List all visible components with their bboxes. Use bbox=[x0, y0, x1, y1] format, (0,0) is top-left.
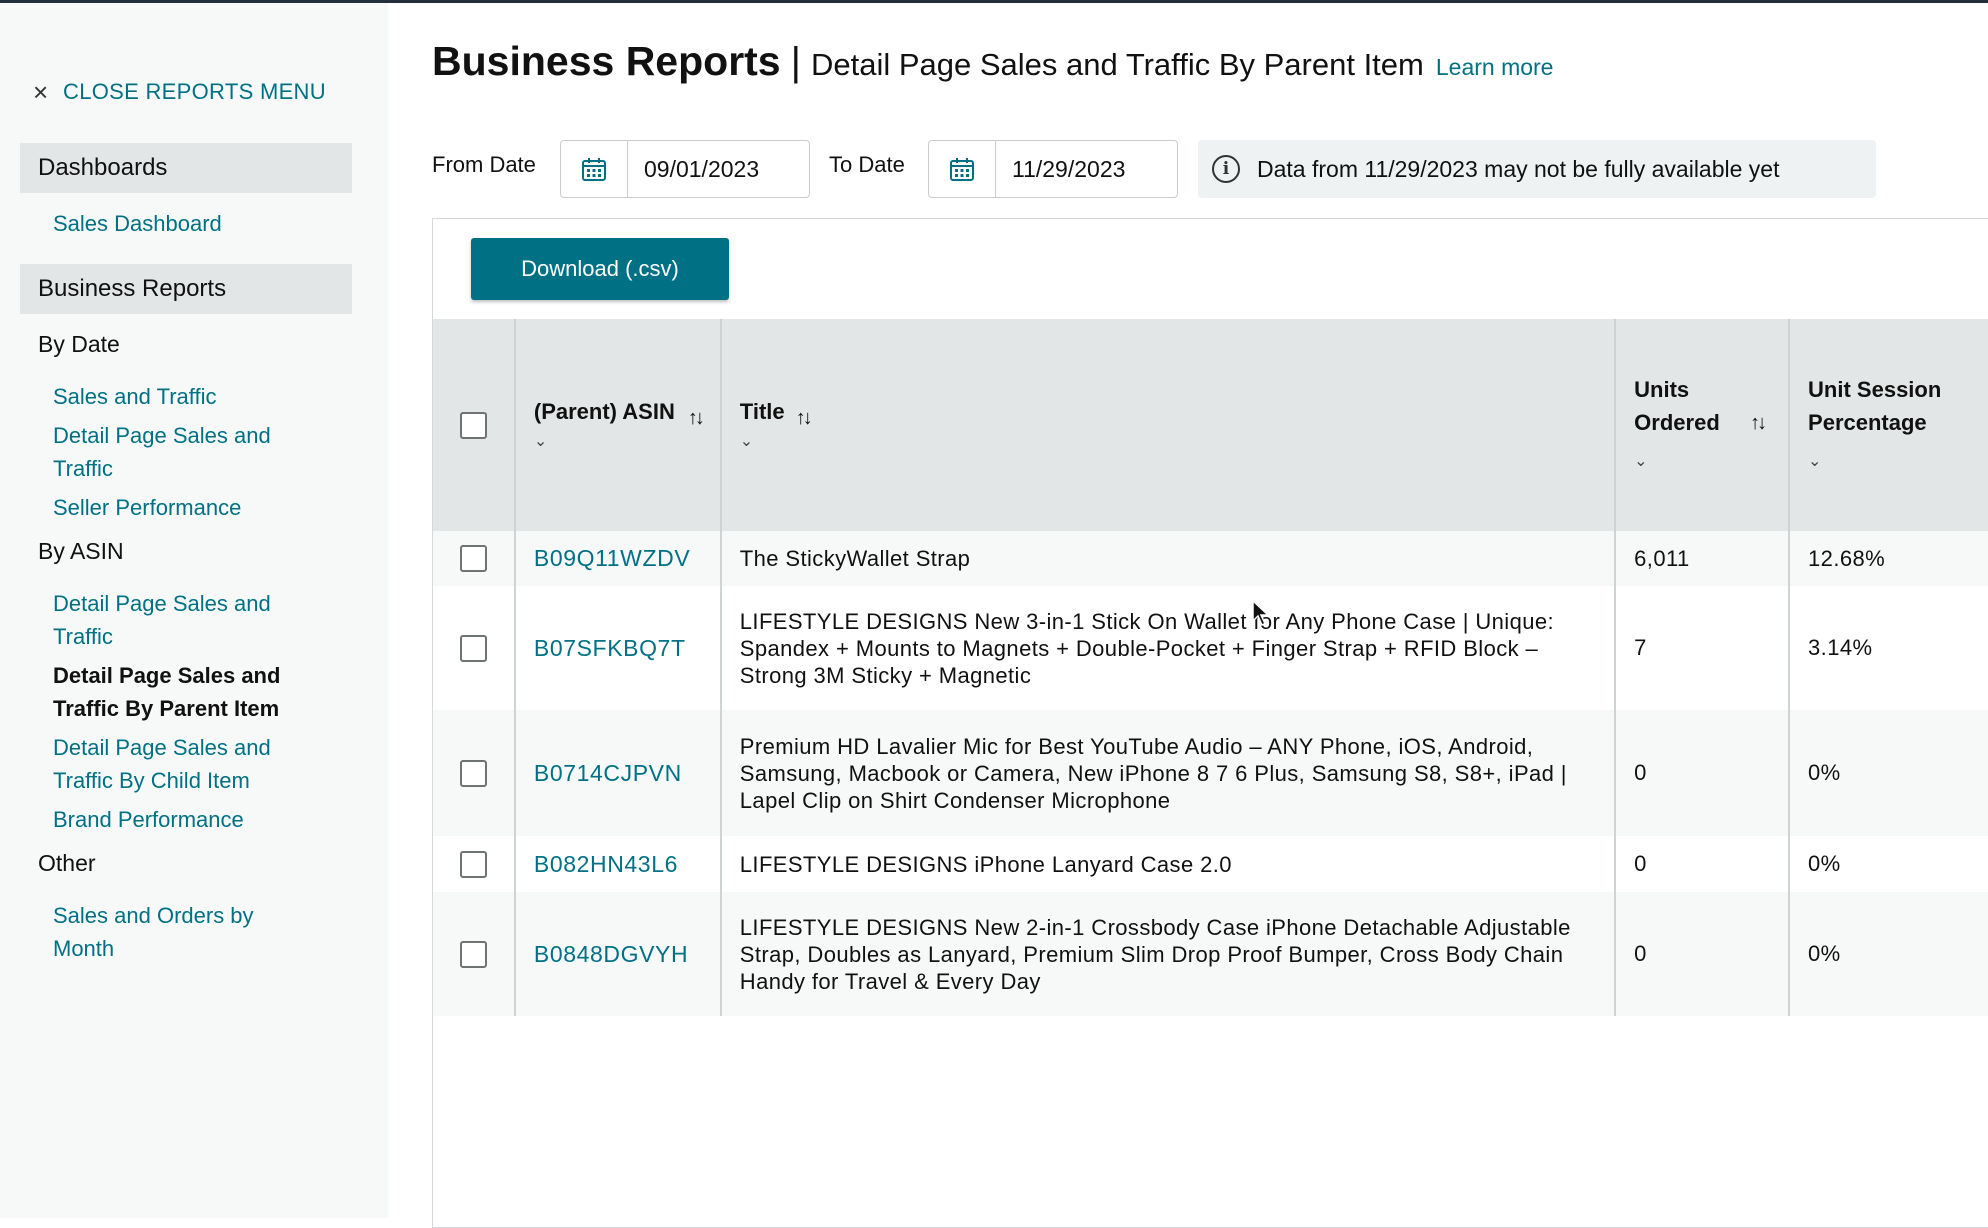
from-date-label: From Date bbox=[432, 152, 536, 177]
row-select-cell bbox=[433, 836, 516, 892]
sort-icon[interactable]: ↑↓ bbox=[796, 407, 813, 430]
row-select-cell bbox=[433, 531, 516, 586]
close-icon: × bbox=[33, 77, 49, 107]
sidebar-item-seller-performance[interactable]: Seller Performance bbox=[53, 491, 313, 524]
units-ordered-cell: 6,011 bbox=[1615, 531, 1791, 586]
chevron-down-icon[interactable]: ⌄ bbox=[1808, 445, 1988, 478]
table-header-row: (Parent) ASIN ⌄ ↑↓ Title ⌄ ↑↓ Units Orde… bbox=[433, 319, 1988, 531]
chevron-down-icon[interactable]: ⌄ bbox=[740, 431, 1614, 451]
row-checkbox[interactable] bbox=[459, 634, 487, 662]
sidebar-item-sales-dashboard[interactable]: Sales Dashboard bbox=[53, 207, 313, 240]
table-row[interactable]: B082HN43L6 LIFESTYLE DESIGNS iPhone Lany… bbox=[433, 836, 1988, 892]
page-subtitle: Detail Page Sales and Traffic By Parent … bbox=[811, 47, 1424, 82]
data-availability-notice: i Data from 11/29/2023 may not be fully … bbox=[1198, 140, 1876, 198]
asin-link[interactable]: B0714CJPVN bbox=[534, 760, 682, 786]
to-date-input[interactable] bbox=[996, 141, 1164, 197]
mouse-cursor-icon bbox=[1252, 600, 1270, 626]
asin-cell: B082HN43L6 bbox=[514, 836, 722, 892]
calendar-icon bbox=[582, 158, 606, 181]
column-header-title[interactable]: Title ⌄ ↑↓ bbox=[720, 319, 1617, 531]
group-by-date: By Date bbox=[38, 331, 120, 357]
download-csv-button[interactable]: Download (.csv) bbox=[471, 238, 729, 300]
table-row[interactable]: B09Q11WZDV The StickyWallet Strap 6,011 … bbox=[433, 531, 1988, 586]
sort-icon[interactable]: ↑↓ bbox=[1750, 407, 1767, 440]
row-checkbox[interactable] bbox=[459, 940, 487, 968]
row-select-cell bbox=[433, 586, 516, 710]
section-business-reports[interactable]: Business Reports bbox=[20, 264, 352, 314]
info-icon: i bbox=[1212, 155, 1240, 183]
close-reports-menu-button[interactable]: × CLOSE REPORTS MENU bbox=[33, 75, 388, 109]
from-date-field bbox=[560, 140, 810, 198]
page-header: Business Reports | Detail Page Sales and… bbox=[432, 38, 1553, 85]
unit-session-percentage-cell: 3.14% bbox=[1789, 586, 1988, 710]
sidebar-item-sales-and-traffic[interactable]: Sales and Traffic bbox=[53, 380, 313, 413]
title-cell: The StickyWallet Strap bbox=[720, 531, 1617, 586]
page-title: Business Reports bbox=[432, 38, 781, 84]
asin-cell: B07SFKBQ7T bbox=[514, 586, 722, 710]
group-by-asin: By ASIN bbox=[38, 538, 124, 564]
column-label-units: Units Ordered bbox=[1634, 376, 1720, 435]
units-ordered-cell: 7 bbox=[1615, 586, 1791, 710]
from-date-input[interactable] bbox=[628, 141, 796, 197]
to-date-label: To Date bbox=[829, 152, 905, 177]
units-ordered-cell: 0 bbox=[1615, 710, 1791, 836]
sidebar-item-child-item[interactable]: Detail Page Sales and Traffic By Child I… bbox=[53, 731, 313, 797]
chevron-down-icon[interactable]: ⌄ bbox=[1634, 445, 1788, 478]
table-row[interactable]: B0848DGVYH LIFESTYLE DESIGNS New 2-in-1 … bbox=[433, 892, 1988, 1016]
asin-link[interactable]: B07SFKBQ7T bbox=[534, 635, 686, 661]
column-label-asin: (Parent) ASIN bbox=[533, 399, 675, 424]
title-separator: | bbox=[790, 40, 801, 84]
unit-session-percentage-cell: 0% bbox=[1789, 836, 1988, 892]
unit-session-percentage-cell: 0% bbox=[1789, 710, 1988, 836]
unit-session-percentage-cell: 12.68% bbox=[1789, 531, 1988, 586]
units-ordered-cell: 0 bbox=[1615, 892, 1791, 1016]
unit-session-percentage-cell: 0% bbox=[1789, 892, 1988, 1016]
group-other: Other bbox=[38, 850, 96, 876]
row-select-cell bbox=[433, 710, 516, 836]
row-checkbox[interactable] bbox=[459, 545, 487, 573]
asin-cell: B0848DGVYH bbox=[514, 892, 722, 1016]
asin-cell: B0714CJPVN bbox=[514, 710, 722, 836]
reports-sidebar: × CLOSE REPORTS MENU Dashboards Sales Da… bbox=[0, 3, 388, 1218]
units-ordered-cell: 0 bbox=[1615, 836, 1791, 892]
column-header-units-ordered[interactable]: Units Ordered ⌄ ↑↓ bbox=[1615, 319, 1791, 531]
column-header-unit-session-percentage[interactable]: Unit Session Percentage ⌄ bbox=[1789, 319, 1988, 531]
sidebar-item-parent-item-active[interactable]: Detail Page Sales and Traffic By Parent … bbox=[53, 659, 333, 725]
select-all-cell bbox=[433, 319, 516, 531]
row-select-cell bbox=[433, 892, 516, 1016]
close-reports-menu-label: CLOSE REPORTS MENU bbox=[63, 79, 326, 104]
to-date-calendar-button[interactable] bbox=[929, 141, 996, 197]
column-label-title: Title bbox=[739, 399, 785, 424]
row-checkbox[interactable] bbox=[459, 759, 487, 787]
column-label-usp: Unit Session Percentage bbox=[1808, 376, 1942, 435]
report-panel: Download (.csv) (Parent) ASIN ⌄ ↑↓ Title… bbox=[432, 218, 1988, 1228]
asin-link[interactable]: B0848DGVYH bbox=[534, 941, 688, 967]
title-cell: LIFESTYLE DESIGNS New 2-in-1 Crossbody C… bbox=[720, 892, 1617, 1016]
title-cell: LIFESTYLE DESIGNS New 3-in-1 Stick On Wa… bbox=[720, 586, 1617, 710]
asin-link[interactable]: B082HN43L6 bbox=[534, 851, 678, 877]
to-date-field bbox=[928, 140, 1178, 198]
asin-link[interactable]: B09Q11WZDV bbox=[534, 545, 690, 571]
sidebar-item-detail-page-sales-traffic-asin[interactable]: Detail Page Sales and Traffic bbox=[53, 587, 313, 653]
title-cell: Premium HD Lavalier Mic for Best YouTube… bbox=[720, 710, 1617, 836]
chevron-down-icon[interactable]: ⌄ bbox=[534, 431, 720, 451]
calendar-icon bbox=[950, 158, 974, 181]
column-header-asin[interactable]: (Parent) ASIN ⌄ ↑↓ bbox=[514, 319, 722, 531]
asin-cell: B09Q11WZDV bbox=[514, 531, 722, 586]
notice-text: Data from 11/29/2023 may not be fully av… bbox=[1257, 155, 1780, 182]
sort-icon[interactable]: ↑↓ bbox=[688, 407, 705, 430]
table-row[interactable]: B0714CJPVN Premium HD Lavalier Mic for B… bbox=[433, 710, 1988, 836]
section-dashboards[interactable]: Dashboards bbox=[20, 143, 352, 193]
from-date-calendar-button[interactable] bbox=[561, 141, 628, 197]
table-row[interactable]: B07SFKBQ7T LIFESTYLE DESIGNS New 3-in-1 … bbox=[433, 586, 1988, 710]
report-table: (Parent) ASIN ⌄ ↑↓ Title ⌄ ↑↓ Units Orde… bbox=[433, 319, 1988, 1016]
title-cell: LIFESTYLE DESIGNS iPhone Lanyard Case 2.… bbox=[720, 836, 1617, 892]
row-checkbox[interactable] bbox=[459, 850, 487, 878]
learn-more-link[interactable]: Learn more bbox=[1436, 54, 1554, 81]
select-all-checkbox[interactable] bbox=[459, 411, 487, 439]
sidebar-item-detail-page-sales-traffic-date[interactable]: Detail Page Sales and Traffic bbox=[53, 419, 313, 485]
sidebar-item-sales-orders-by-month[interactable]: Sales and Orders by Month bbox=[53, 899, 313, 965]
sidebar-item-brand-performance[interactable]: Brand Performance bbox=[53, 803, 313, 836]
